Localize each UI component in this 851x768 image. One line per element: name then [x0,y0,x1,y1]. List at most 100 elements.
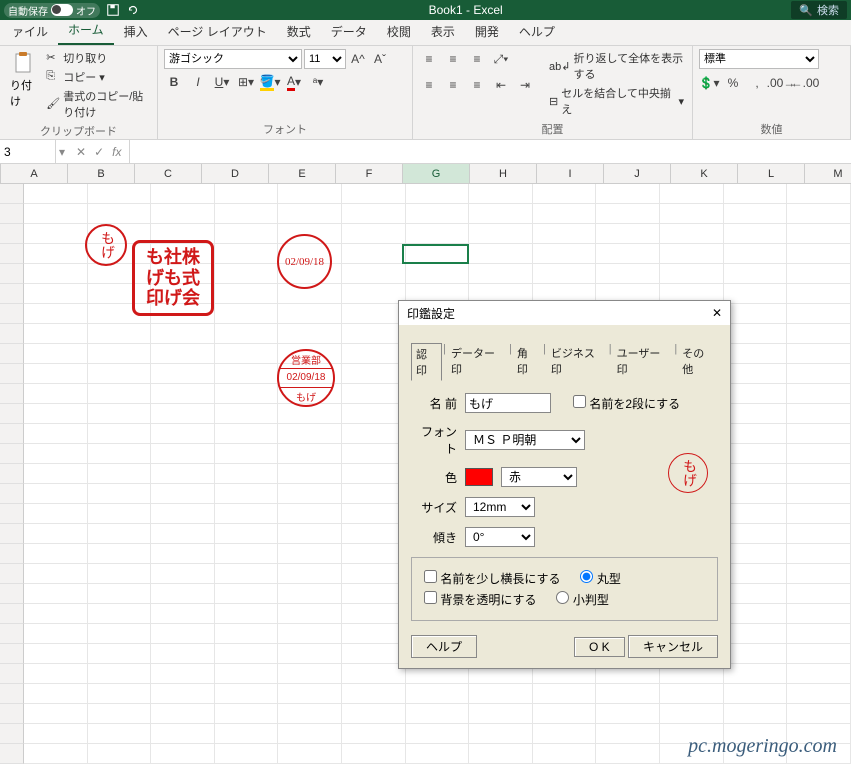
name-input[interactable] [465,393,551,413]
comma-icon[interactable]: , [747,73,767,93]
ribbon-tab-1[interactable]: ホーム [58,17,114,45]
row-header[interactable] [0,204,24,224]
font-select[interactable]: ＭＳ Ｐ明朝 [465,430,585,450]
row-header[interactable] [0,224,24,244]
font-name-select[interactable]: 游ゴシック [164,49,302,69]
col-header[interactable]: F [336,164,403,183]
row-header[interactable] [0,544,24,564]
align-left-icon[interactable]: ≡ [419,75,439,95]
row-header[interactable] [0,364,24,384]
row-header[interactable] [0,704,24,724]
opt-wide-checkbox[interactable]: 名前を少し横長にする [424,570,560,587]
align-center-icon[interactable]: ≡ [443,75,463,95]
save-icon[interactable] [106,3,120,17]
row-header[interactable] [0,404,24,424]
row-header[interactable] [0,384,24,404]
stamp-small-circle[interactable]: もげ [85,224,127,266]
row-header[interactable] [0,484,24,504]
col-header[interactable]: H [470,164,537,183]
border-button[interactable]: ⊞▾ [236,72,256,92]
underline-button[interactable]: U▾ [212,72,232,92]
stamp-date-circle[interactable]: 02/09/18 [277,234,332,289]
col-header[interactable]: G [403,164,470,183]
color-select[interactable]: 赤 [501,467,577,487]
col-header[interactable]: J [604,164,671,183]
align-right-icon[interactable]: ≡ [467,75,487,95]
col-header[interactable]: M [805,164,851,183]
row-header[interactable] [0,184,24,204]
currency-icon[interactable]: 💲▾ [699,73,719,93]
row-header[interactable] [0,684,24,704]
col-header[interactable]: L [738,164,805,183]
cut-button[interactable]: ✂切り取り [44,49,151,67]
ribbon-tab-9[interactable]: ヘルプ [509,19,565,45]
shape-oval-radio[interactable]: 小判型 [556,591,608,608]
format-painter-button[interactable]: 🖌書式のコピー/貼り付け [44,87,151,121]
dialog-tab-1[interactable]: データー印 [447,343,508,381]
dialog-tab-3[interactable]: ビジネス印 [547,343,608,381]
col-header[interactable]: D [202,164,269,183]
increase-decimal-icon[interactable]: .00→ [771,73,791,93]
two-line-checkbox[interactable]: 名前を2段にする [573,395,680,412]
copy-button[interactable]: ⎘コピー ▾ [44,68,151,86]
ribbon-tab-8[interactable]: 開発 [465,19,509,45]
size-select[interactable]: 12mm [465,497,535,517]
row-header[interactable] [0,524,24,544]
dialog-tab-4[interactable]: ユーザー印 [613,343,674,381]
paste-button[interactable]: り付け [6,49,40,111]
percent-icon[interactable]: % [723,73,743,93]
decrease-decimal-icon[interactable]: ←.00 [795,73,815,93]
search-box[interactable]: 🔍 検索 [791,1,847,19]
ribbon-tab-7[interactable]: 表示 [421,19,465,45]
indent-increase-icon[interactable]: ⇥ [515,75,535,95]
row-header[interactable] [0,324,24,344]
col-header[interactable]: C [135,164,202,183]
accept-formula-icon[interactable]: ✓ [94,145,104,159]
ribbon-tab-5[interactable]: データ [321,19,377,45]
row-header[interactable] [0,604,24,624]
number-format-select[interactable]: 標準 [699,49,819,69]
row-header[interactable] [0,744,24,764]
help-button[interactable]: ヘルプ [411,635,477,658]
align-bottom-icon[interactable]: ≡ [467,49,487,69]
ribbon-tab-6[interactable]: 校閲 [377,19,421,45]
row-header[interactable] [0,424,24,444]
row-header[interactable] [0,264,24,284]
ribbon-tab-0[interactable]: ァイル [2,19,58,45]
fx-icon[interactable]: fx [112,145,121,159]
autosave-toggle[interactable]: 自動保存 オフ [4,3,100,18]
merge-button[interactable]: ⊟セルを結合して中央揃え ▾ [547,84,686,118]
row-header[interactable] [0,624,24,644]
row-header[interactable] [0,284,24,304]
row-header[interactable] [0,344,24,364]
row-header[interactable] [0,564,24,584]
row-header[interactable] [0,644,24,664]
dialog-titlebar[interactable]: 印鑑設定 ✕ [399,301,730,325]
ribbon-tab-2[interactable]: 挿入 [114,19,158,45]
close-icon[interactable]: ✕ [708,304,726,322]
font-size-select[interactable]: 11 [304,49,346,69]
align-top-icon[interactable]: ≡ [419,49,439,69]
dialog-tab-2[interactable]: 角印 [513,343,542,381]
col-header[interactable]: I [537,164,604,183]
orientation-icon[interactable]: ⤢▾ [491,49,511,69]
ok-button[interactable]: O K [574,637,625,657]
fill-color-button[interactable]: 🪣▾ [260,72,280,92]
ribbon-tab-3[interactable]: ページ レイアウト [158,19,277,45]
col-header[interactable]: K [671,164,738,183]
col-header[interactable]: E [269,164,336,183]
align-middle-icon[interactable]: ≡ [443,49,463,69]
cancel-button[interactable]: キャンセル [628,635,718,658]
phonetic-button[interactable]: ᵃ▾ [308,72,328,92]
ribbon-tab-4[interactable]: 数式 [277,19,321,45]
tilt-select[interactable]: 0° [465,527,535,547]
row-header[interactable] [0,304,24,324]
cancel-formula-icon[interactable]: ✕ [76,145,86,159]
row-header[interactable] [0,504,24,524]
shape-round-radio[interactable]: 丸型 [580,570,620,587]
row-header[interactable] [0,664,24,684]
row-header[interactable] [0,584,24,604]
col-header[interactable]: A [1,164,68,183]
row-header[interactable] [0,464,24,484]
bold-button[interactable]: B [164,72,184,92]
